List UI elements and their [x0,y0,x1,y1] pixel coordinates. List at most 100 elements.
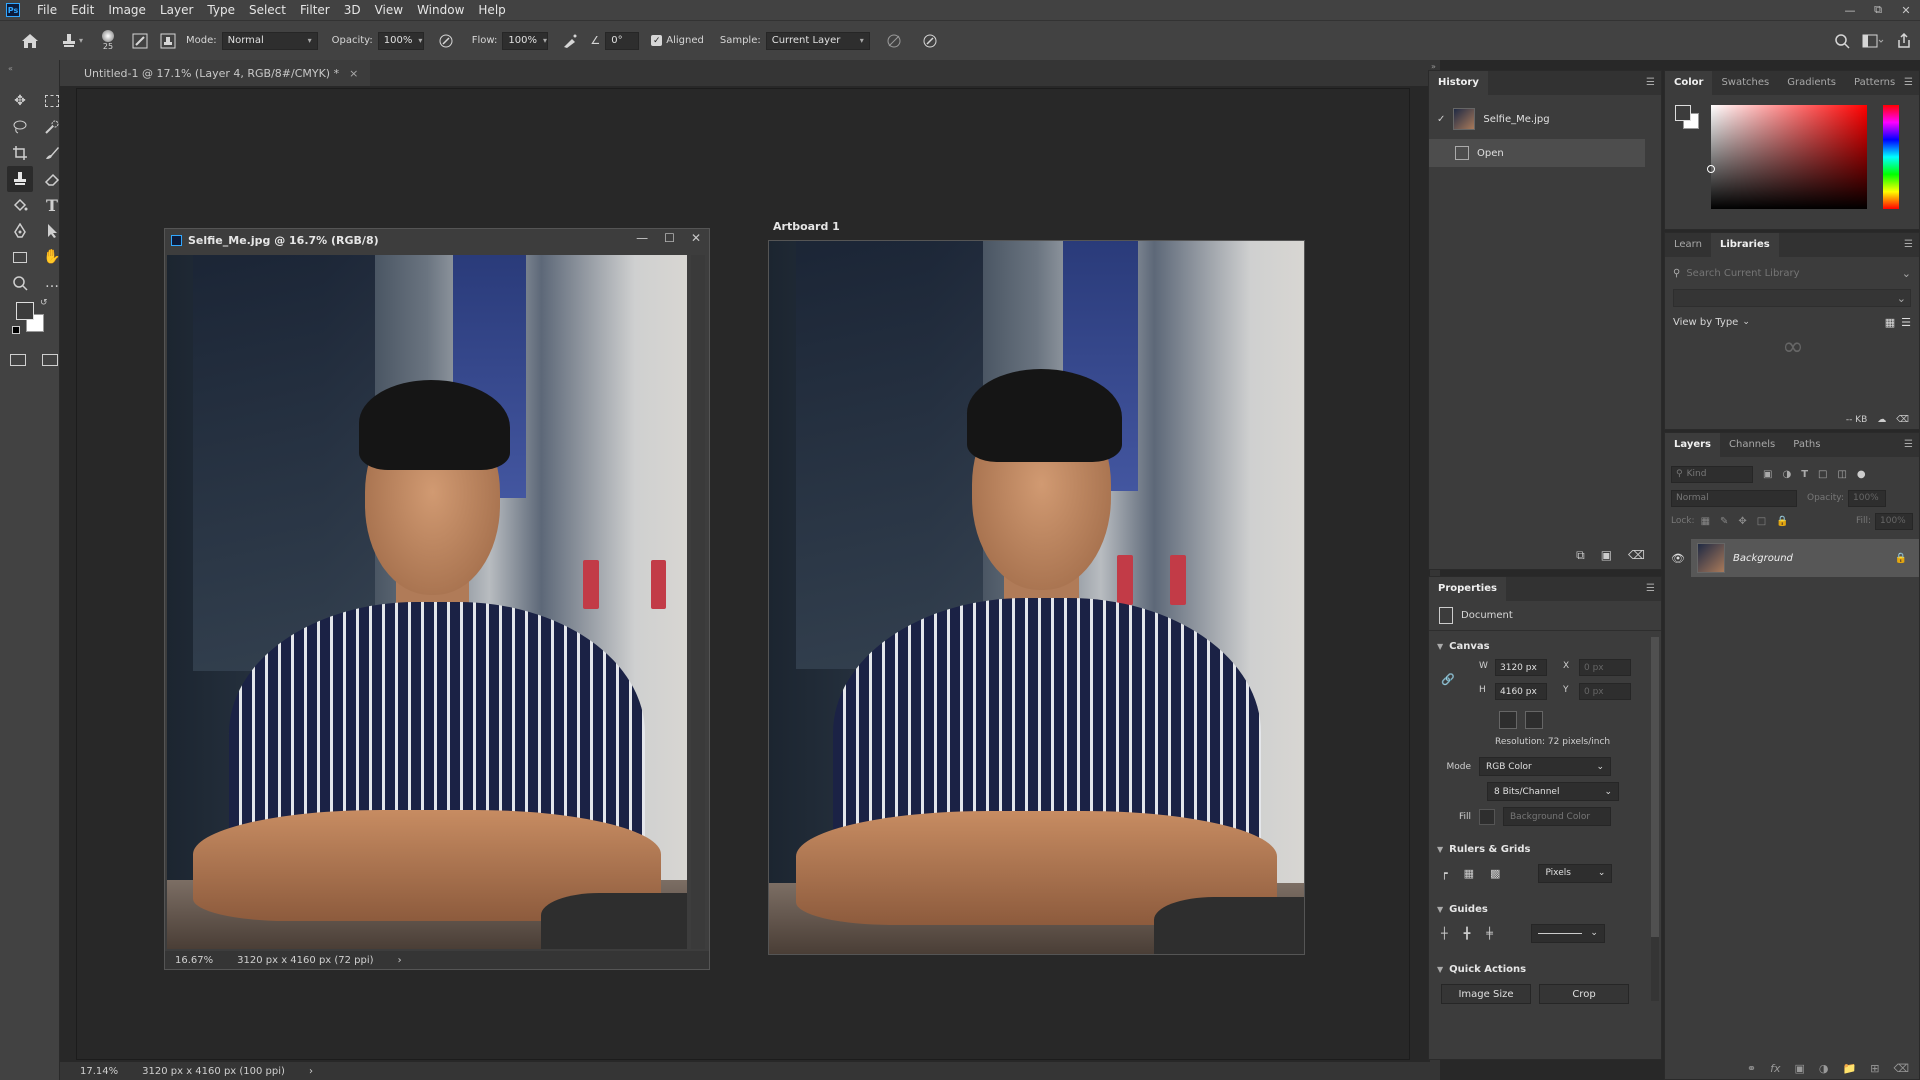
close-tab-icon[interactable]: × [349,67,358,80]
visibility-eye-icon[interactable]: 👁 [1665,552,1691,565]
bit-depth-select[interactable]: 8 Bits/Channel ⌄ [1487,782,1619,801]
portrait-orientation-icon[interactable] [1499,711,1517,729]
width-input[interactable]: 3120 px [1495,659,1547,676]
guide-layout-icon[interactable]: ╋ [1464,927,1471,940]
restore-icon[interactable]: ⧉ [1864,0,1892,20]
brush-source-icon[interactable]: ✓ [1437,114,1445,125]
trash-icon[interactable]: ⌫ [1893,1062,1909,1075]
share-icon[interactable] [1896,32,1912,49]
grid-view-icon[interactable]: ▦ [1885,316,1895,329]
fx-icon[interactable]: fx [1770,1062,1780,1075]
blend-mode-select[interactable]: Normal [1671,489,1797,507]
color-picker-cursor[interactable] [1707,165,1715,173]
pixel-grid-icon[interactable]: ▩ [1490,867,1500,880]
quick-selection-tool-icon[interactable] [39,114,65,140]
trash-icon[interactable]: ⌫ [1896,415,1909,425]
move-tool-icon[interactable]: ✥ [7,88,33,114]
view-by-type[interactable]: View by Type [1673,317,1738,328]
brush-tool-icon[interactable] [39,140,65,166]
photoshop-logo[interactable]: Ps [6,3,20,17]
cloud-icon[interactable]: ☁ [1877,415,1886,425]
home-icon[interactable] [10,33,50,49]
trash-icon[interactable]: ⌫ [1628,548,1645,563]
sample-select[interactable]: Current Layer ▾ [765,31,870,50]
ignore-adjustment-icon[interactable] [882,33,906,49]
lock-all-icon[interactable]: 🔒 [1776,516,1788,527]
tab-channels[interactable]: Channels [1720,433,1784,457]
camera-icon[interactable]: ▣ [1601,548,1612,563]
zoom-level[interactable]: 17.14% [80,1066,118,1077]
tab-gradients[interactable]: Gradients [1778,71,1845,95]
new-layer-icon[interactable]: ⊞ [1870,1062,1879,1075]
foreground-color-swatch[interactable] [16,302,34,320]
hue-slider[interactable] [1883,105,1899,209]
smart-object-filter-icon[interactable]: ◫ [1837,469,1846,480]
properties-scrollbar[interactable] [1651,637,1659,1001]
height-input[interactable]: 4160 px [1495,683,1547,700]
menu-window[interactable]: Window [410,0,471,20]
layer-opacity-input[interactable]: 100% [1848,489,1886,507]
lock-transparent-icon[interactable]: ▦ [1701,516,1710,527]
layer-name[interactable]: Background [1733,553,1793,564]
menu-help[interactable]: Help [471,0,512,20]
pen-tool-icon[interactable] [7,218,33,244]
chevron-down-icon[interactable]: ⌄ [1742,317,1750,327]
search-icon[interactable] [1834,33,1850,49]
panel-menu-icon[interactable]: ☰ [1904,77,1913,88]
zoom-tool-icon[interactable] [7,270,33,296]
rectangle-tool-icon[interactable] [7,244,33,270]
pressure-size-icon[interactable] [918,33,942,49]
menu-3d[interactable]: 3D [337,0,368,20]
default-colors-icon[interactable] [12,326,20,334]
airbrush-icon[interactable] [558,33,582,49]
new-group-icon[interactable]: 📁 [1843,1062,1857,1075]
layer-fill-input[interactable]: 100% [1875,512,1913,530]
panel-menu-icon[interactable]: ☰ [1904,439,1913,450]
type-filter-icon[interactable]: T [1801,469,1808,480]
floating-window-scrollbar[interactable] [691,255,705,949]
brush-settings-icon[interactable] [130,33,150,49]
flow-input[interactable]: 100% ▾ [502,31,549,50]
lock-pixels-icon[interactable]: ✎ [1720,516,1728,527]
marquee-tool-icon[interactable] [39,88,65,114]
guide-icon[interactable]: ┼ [1441,927,1448,940]
lock-artboard-icon[interactable]: □ [1757,516,1766,527]
opacity-input[interactable]: 100% ▾ [377,31,424,50]
units-select[interactable]: Pixels ⌄ [1538,863,1613,883]
shape-filter-icon[interactable]: □ [1818,469,1827,480]
color-swatches[interactable]: ↺ [12,298,48,334]
library-search-input[interactable] [1680,267,1902,279]
new-document-icon[interactable]: ⧉ [1576,548,1585,563]
quick-mask-icon[interactable] [10,354,26,366]
path-selection-tool-icon[interactable] [39,218,65,244]
tab-properties[interactable]: Properties [1429,577,1506,601]
tab-paths[interactable]: Paths [1784,433,1829,457]
menu-edit[interactable]: Edit [64,0,101,20]
aligned-checkbox[interactable]: ✓ [651,35,663,46]
angle-input[interactable]: 0° [605,31,640,50]
add-mask-icon[interactable]: ▣ [1795,1062,1805,1075]
fill-swatch[interactable] [1479,808,1495,825]
menu-type[interactable]: Type [200,0,242,20]
adjustment-layer-icon[interactable]: ◑ [1819,1062,1829,1075]
floating-zoom-level[interactable]: 16.67% [175,955,213,966]
artboard-label[interactable]: Artboard 1 [773,220,840,233]
adjustment-filter-icon[interactable]: ◑ [1782,469,1791,480]
menu-filter[interactable]: Filter [293,0,337,20]
status-menu-arrow[interactable]: › [309,1066,313,1077]
brush-preset-picker[interactable]: 25 [94,30,122,51]
fill-select[interactable]: Background Color [1503,807,1611,826]
panel-menu-icon[interactable]: ☰ [1646,583,1655,594]
floating-window-titlebar[interactable]: Selfie_Me.jpg @ 16.7% (RGB/8) [165,229,709,251]
quick-actions-header[interactable]: ▼ Quick Actions [1429,958,1661,980]
library-select[interactable]: ⌄ [1673,289,1911,307]
chevron-down-icon[interactable]: ⌄ [1902,267,1911,280]
type-tool-icon[interactable]: T [39,192,65,218]
crop-tool-icon[interactable] [7,140,33,166]
history-snapshot[interactable]: ✓ Selfie_Me.jpg [1429,105,1661,133]
swap-colors-icon[interactable]: ↺ [40,298,48,308]
eraser-tool-icon[interactable] [39,166,65,192]
crop-button[interactable]: Crop [1539,984,1629,1004]
menu-file[interactable]: File [30,0,64,20]
link-icon[interactable]: 🔗 [1441,673,1455,686]
